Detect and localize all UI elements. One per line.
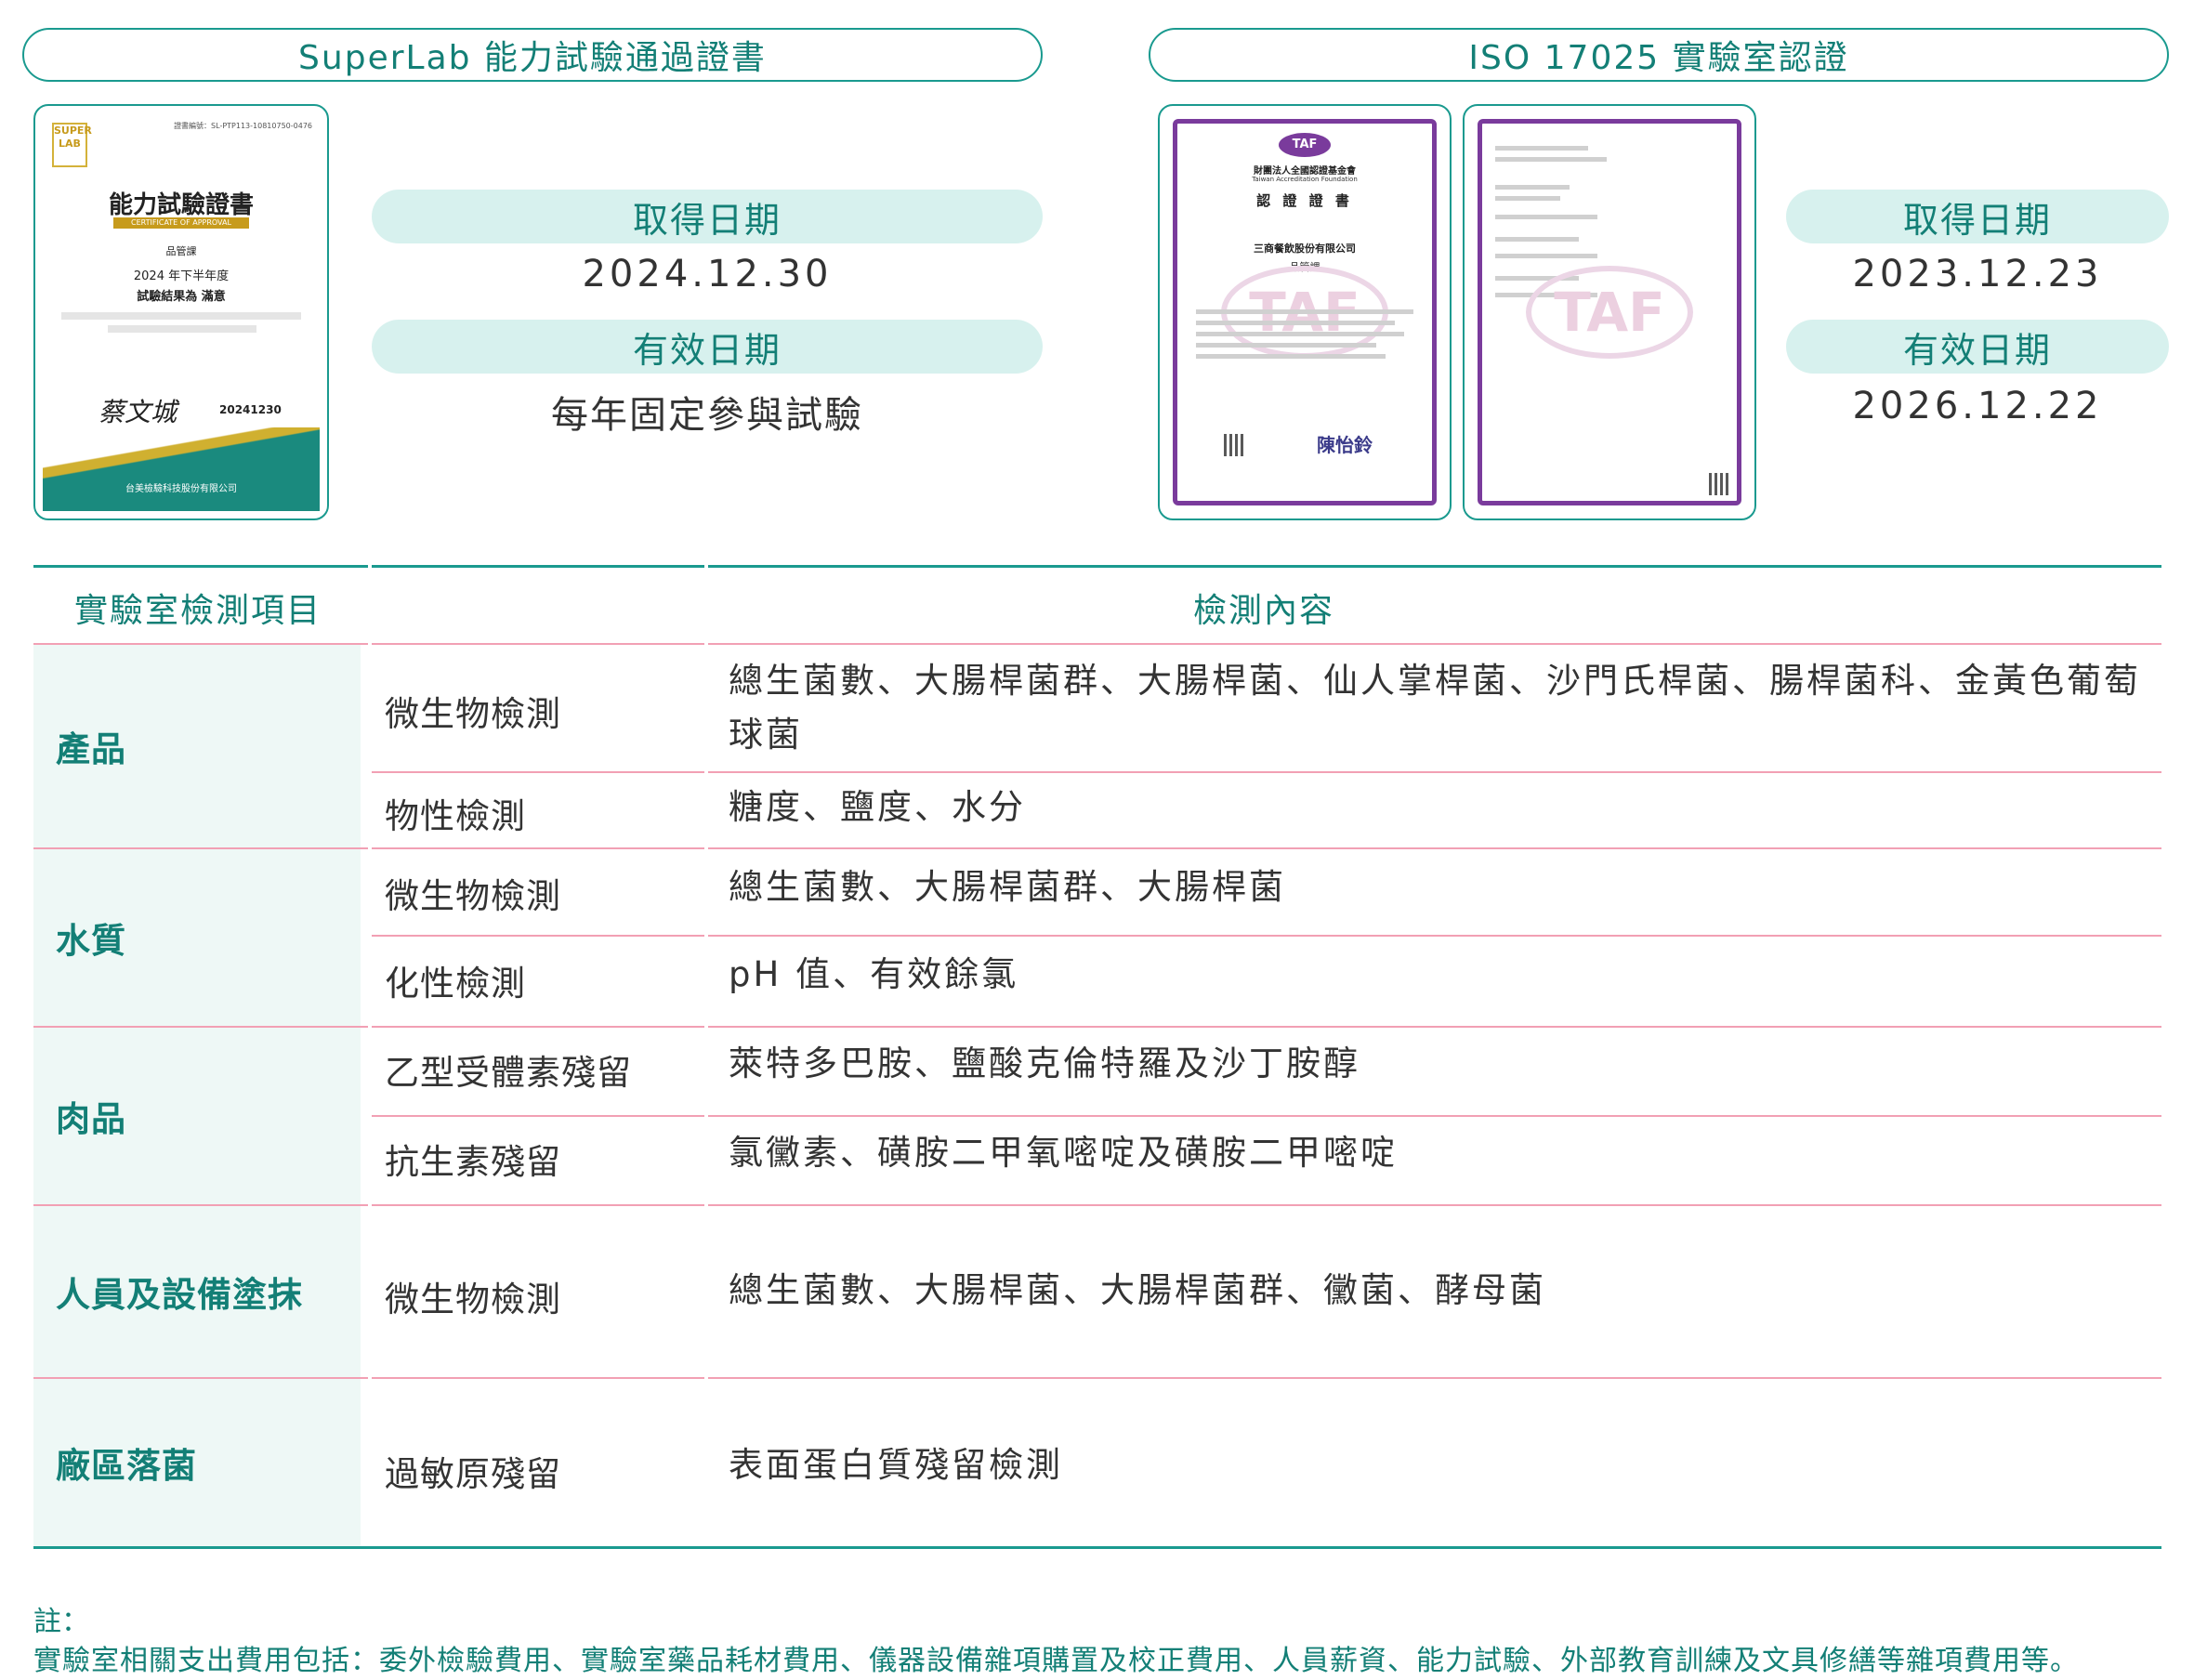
- taf-detail-line: [1196, 343, 1376, 348]
- certificate-detail-line: [108, 325, 256, 333]
- certificate-line3: 試驗結果為 滿意: [137, 290, 226, 304]
- row-separator: [33, 1204, 2161, 1206]
- category-water: 水質: [33, 849, 361, 1026]
- taf-detail-line: [1495, 157, 1607, 162]
- taf-detail-line: [1196, 332, 1404, 336]
- row-separator: [370, 771, 2161, 773]
- qr-code-icon: [1709, 473, 1731, 495]
- notes-label: 註：: [33, 1606, 89, 1638]
- taf-org-en: Taiwan Accreditation Foundation: [1252, 176, 1358, 183]
- superlab-section-heading: SuperLab 能力試驗通過證書: [22, 28, 1043, 82]
- right-obtained-label: 取得日期: [1786, 190, 2169, 243]
- certificate-title: 能力試驗證書: [108, 191, 254, 219]
- table-top-border: [33, 565, 2161, 568]
- left-obtained-label: 取得日期: [372, 190, 1043, 243]
- row-separator: [370, 1115, 2161, 1117]
- taf-certificate-page2-image[interactable]: TAF: [1463, 104, 1756, 520]
- category-staff-equipment: 人員及設備塗抹: [33, 1206, 361, 1377]
- test-content: 總生菌數、大腸桿菌群、大腸桿菌: [729, 867, 1286, 907]
- taf-signer: 陳怡鈴: [1317, 434, 1373, 456]
- sub-item: 乙型受體素殘留: [385, 1053, 632, 1093]
- certificate-signature: 蔡文城: [99, 397, 177, 427]
- superlab-logo: SUPER LAB: [52, 123, 92, 167]
- taf-detail-line: [1196, 354, 1386, 359]
- certificate-company: 台美檢驗科技股份有限公司: [125, 484, 237, 494]
- iso-section-heading: ISO 17025 實驗室認證: [1149, 28, 2169, 82]
- test-content: 糖度、鹽度、水分: [729, 787, 1026, 827]
- left-valid-value: 每年固定參與試驗: [551, 394, 863, 437]
- table-header-content: 檢測內容: [1193, 592, 1335, 630]
- certificate-detail-line: [61, 312, 301, 320]
- certificate-decor: [43, 427, 320, 511]
- qr-code-icon: [1224, 434, 1246, 456]
- certificate-line1: 品管課: [165, 245, 197, 257]
- taf-watermark: TAF: [1526, 266, 1693, 359]
- right-valid-value: 2026.12.22: [1852, 385, 2103, 427]
- certificate-subtitle: CERTIFICATE OF APPROVAL: [131, 218, 231, 227]
- test-content: pH 值、有效餘氯: [729, 954, 1019, 994]
- taf-detail-line: [1495, 215, 1597, 219]
- superlab-certificate-image[interactable]: SUPER LAB 證書編號：SL-PTP113-10810750-0476 能…: [33, 104, 329, 520]
- sub-item: 微生物檢測: [385, 876, 561, 916]
- row-separator: [33, 847, 2161, 849]
- right-valid-label: 有效日期: [1786, 320, 2169, 374]
- certificate-date: 20241230: [219, 403, 282, 416]
- sub-item: 物性檢測: [385, 796, 526, 836]
- taf-detail-line: [1495, 185, 1570, 190]
- left-valid-label: 有效日期: [372, 320, 1043, 374]
- sub-item: 過敏原殘留: [385, 1454, 561, 1494]
- taf-detail-line: [1196, 321, 1395, 325]
- taf-org: 財團法人全國認證基金會: [1254, 166, 1356, 177]
- taf-detail-line: [1495, 196, 1560, 201]
- category-plant-fallout: 廠區落菌: [33, 1379, 361, 1546]
- taf-company: 三商餐飲股份有限公司: [1254, 243, 1356, 255]
- notes-text: 實驗室相關支出費用包括：委外檢驗費用、實驗室藥品耗材費用、儀器設備雜項購置及校正…: [33, 1645, 2079, 1677]
- table-bottom-border: [33, 1546, 2161, 1549]
- test-content: 萊特多巴胺、鹽酸克倫特羅及沙丁胺醇: [729, 1043, 1360, 1083]
- test-content: 總生菌數、大腸桿菌群、大腸桿菌、仙人掌桿菌、沙門氏桿菌、腸桿菌科、金黃色葡萄球菌: [729, 661, 2141, 755]
- row-separator: [33, 1377, 2161, 1379]
- column-gap: [704, 565, 708, 1546]
- row-separator: [33, 1026, 2161, 1028]
- certificate-line2: 2024 年下半年度: [133, 269, 230, 283]
- taf-detail-line: [1196, 309, 1413, 314]
- test-content: 氯黴素、磺胺二甲氧嘧啶及磺胺二甲嘧啶: [729, 1133, 1398, 1173]
- row-separator: [370, 935, 2161, 937]
- column-gap: [368, 565, 372, 1546]
- sub-item: 微生物檢測: [385, 1280, 561, 1319]
- row-separator: [33, 643, 2161, 645]
- taf-detail-line: [1495, 254, 1597, 258]
- taf-detail-line: [1495, 146, 1588, 151]
- category-meat: 肉品: [33, 1028, 361, 1204]
- taf-title: 認 證 證 書: [1256, 192, 1353, 209]
- category-product: 產品: [33, 645, 361, 847]
- certificate-number: 證書編號：SL-PTP113-10810750-0476: [174, 122, 312, 130]
- left-obtained-value: 2024.12.30: [582, 253, 833, 295]
- test-content: 總生菌數、大腸桿菌、大腸桿菌群、黴菌、酵母菌: [729, 1270, 1546, 1310]
- test-content: 表面蛋白質殘留檢測: [729, 1445, 1063, 1485]
- right-obtained-value: 2023.12.23: [1852, 253, 2103, 295]
- sub-item: 微生物檢測: [385, 694, 561, 734]
- sub-item: 化性檢測: [385, 964, 526, 1004]
- table-header-item: 實驗室檢測項目: [74, 592, 322, 630]
- taf-certificate-page1-image[interactable]: TAF 財團法人全國認證基金會 Taiwan Accreditation Fou…: [1158, 104, 1452, 520]
- sub-item: 抗生素殘留: [385, 1142, 561, 1182]
- taf-detail-line: [1495, 237, 1579, 242]
- taf-logo: TAF: [1279, 133, 1331, 157]
